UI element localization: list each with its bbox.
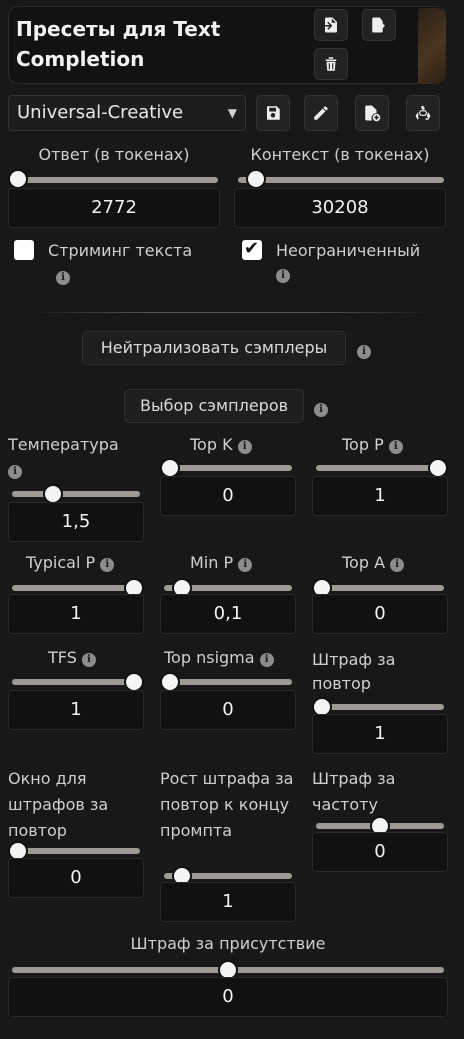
recycle-icon <box>415 105 431 120</box>
streaming-label: Стриминг текста <box>48 241 193 260</box>
freqpen-label: Штраф за частоту <box>312 769 396 814</box>
unlimited-checkbox[interactable] <box>242 238 262 260</box>
repslope-value[interactable]: 1 <box>160 882 296 922</box>
info-icon: i <box>390 558 405 572</box>
slider-track <box>316 585 444 591</box>
response-tokens-label: Ответ (в токенах) <box>38 145 190 164</box>
chevron-down-icon: ▼ <box>227 106 237 120</box>
info-icon: i <box>314 398 328 417</box>
typicalp-label: Typical P i <box>26 552 115 574</box>
reppen-value[interactable]: 1 <box>312 714 448 754</box>
delete-preset-button[interactable] <box>314 48 348 80</box>
rename-preset-button[interactable] <box>304 95 338 131</box>
new-preset-button[interactable] <box>355 95 389 131</box>
repwindow-value[interactable]: 0 <box>8 858 144 898</box>
response-tokens-value[interactable]: 2772 <box>8 188 220 228</box>
info-icon: i <box>237 440 252 454</box>
pencil-icon <box>314 106 328 120</box>
topk-label: Top K i <box>190 434 252 456</box>
info-icon: i <box>81 653 96 667</box>
header-decoration <box>418 8 446 84</box>
topk-value[interactable]: 0 <box>160 476 296 516</box>
topa-value[interactable]: 0 <box>312 594 448 634</box>
response-tokens-slider[interactable] <box>8 168 220 189</box>
slider-handle[interactable] <box>160 458 180 478</box>
temperature-slider[interactable] <box>8 484 144 504</box>
topp-value[interactable]: 1 <box>312 476 448 516</box>
topk-slider[interactable] <box>160 458 296 478</box>
info-icon: i <box>56 266 70 285</box>
presence-value[interactable]: 0 <box>8 977 448 1017</box>
slider-handle[interactable] <box>124 672 144 692</box>
unlimited-label: Неограниченный <box>276 241 421 260</box>
export-icon <box>372 17 385 33</box>
save-icon <box>267 106 280 120</box>
slider-track <box>12 491 140 497</box>
freqpen-value[interactable]: 0 <box>312 832 448 872</box>
context-tokens-slider[interactable] <box>234 168 446 189</box>
slider-track <box>12 848 140 854</box>
slider-track <box>164 465 292 471</box>
trash-icon <box>325 57 337 71</box>
context-tokens-value[interactable]: 30208 <box>234 188 446 228</box>
info-icon: i <box>100 558 115 572</box>
streaming-checkbox[interactable] <box>14 240 34 260</box>
divider <box>28 312 434 313</box>
sampler-select-button[interactable]: Выбор сэмплеров <box>124 389 304 423</box>
topnsigma-slider[interactable] <box>160 672 296 692</box>
panel-title: Пресеты для Text Completion <box>16 17 221 71</box>
slider-handle[interactable] <box>43 484 63 504</box>
slider-track <box>12 679 140 685</box>
minp-value[interactable]: 0,1 <box>160 594 296 634</box>
topp-label: Top P i <box>342 434 403 456</box>
slider-track <box>12 585 140 591</box>
new-file-icon <box>365 105 381 122</box>
info-icon: i <box>259 653 274 667</box>
info-icon: i <box>357 340 371 359</box>
tfs-slider[interactable] <box>8 672 144 692</box>
export-preset-button[interactable] <box>362 9 396 41</box>
temperature-value[interactable]: 1,5 <box>8 502 144 542</box>
save-preset-button[interactable] <box>256 95 290 131</box>
repwindow-label: Окно для штрафов за повтор <box>8 769 109 840</box>
tfs-value[interactable]: 1 <box>8 690 144 730</box>
tfs-label: TFS i <box>48 647 96 669</box>
slider-track <box>316 465 444 471</box>
reppen-label: Штраф за повтор <box>312 650 396 693</box>
context-tokens-label: Контекст (в токенах) <box>250 145 430 164</box>
info-icon: i <box>388 440 403 454</box>
preset-select[interactable]: Universal-Creative ▼ <box>8 95 246 131</box>
topp-slider[interactable] <box>312 458 448 478</box>
repslope-label: Рост штрафа за повтор к концу промпта <box>160 769 294 840</box>
info-icon: i <box>276 264 290 283</box>
preset-select-value: Universal-Creative <box>17 102 184 123</box>
slider-handle[interactable] <box>160 672 180 692</box>
slider-handle[interactable] <box>428 458 448 478</box>
temperature-label: Температура <box>8 435 119 454</box>
minp-label: Min P i <box>190 552 253 574</box>
typicalp-value[interactable]: 1 <box>8 594 144 634</box>
topnsigma-label: Top nsigma i <box>164 647 274 669</box>
slider-track <box>316 704 444 710</box>
info-icon: i <box>8 460 22 479</box>
topa-label: Top A i <box>342 552 405 574</box>
info-icon: i <box>238 558 253 572</box>
restore-preset-button[interactable] <box>406 95 440 131</box>
slider-track <box>164 679 292 685</box>
import-preset-button[interactable] <box>314 9 348 41</box>
neutralize-samplers-button[interactable]: Нейтрализовать сэмплеры <box>82 331 346 365</box>
presence-label: Штраф за присутствие <box>130 934 326 953</box>
topnsigma-value[interactable]: 0 <box>160 690 296 730</box>
import-icon <box>323 17 337 33</box>
